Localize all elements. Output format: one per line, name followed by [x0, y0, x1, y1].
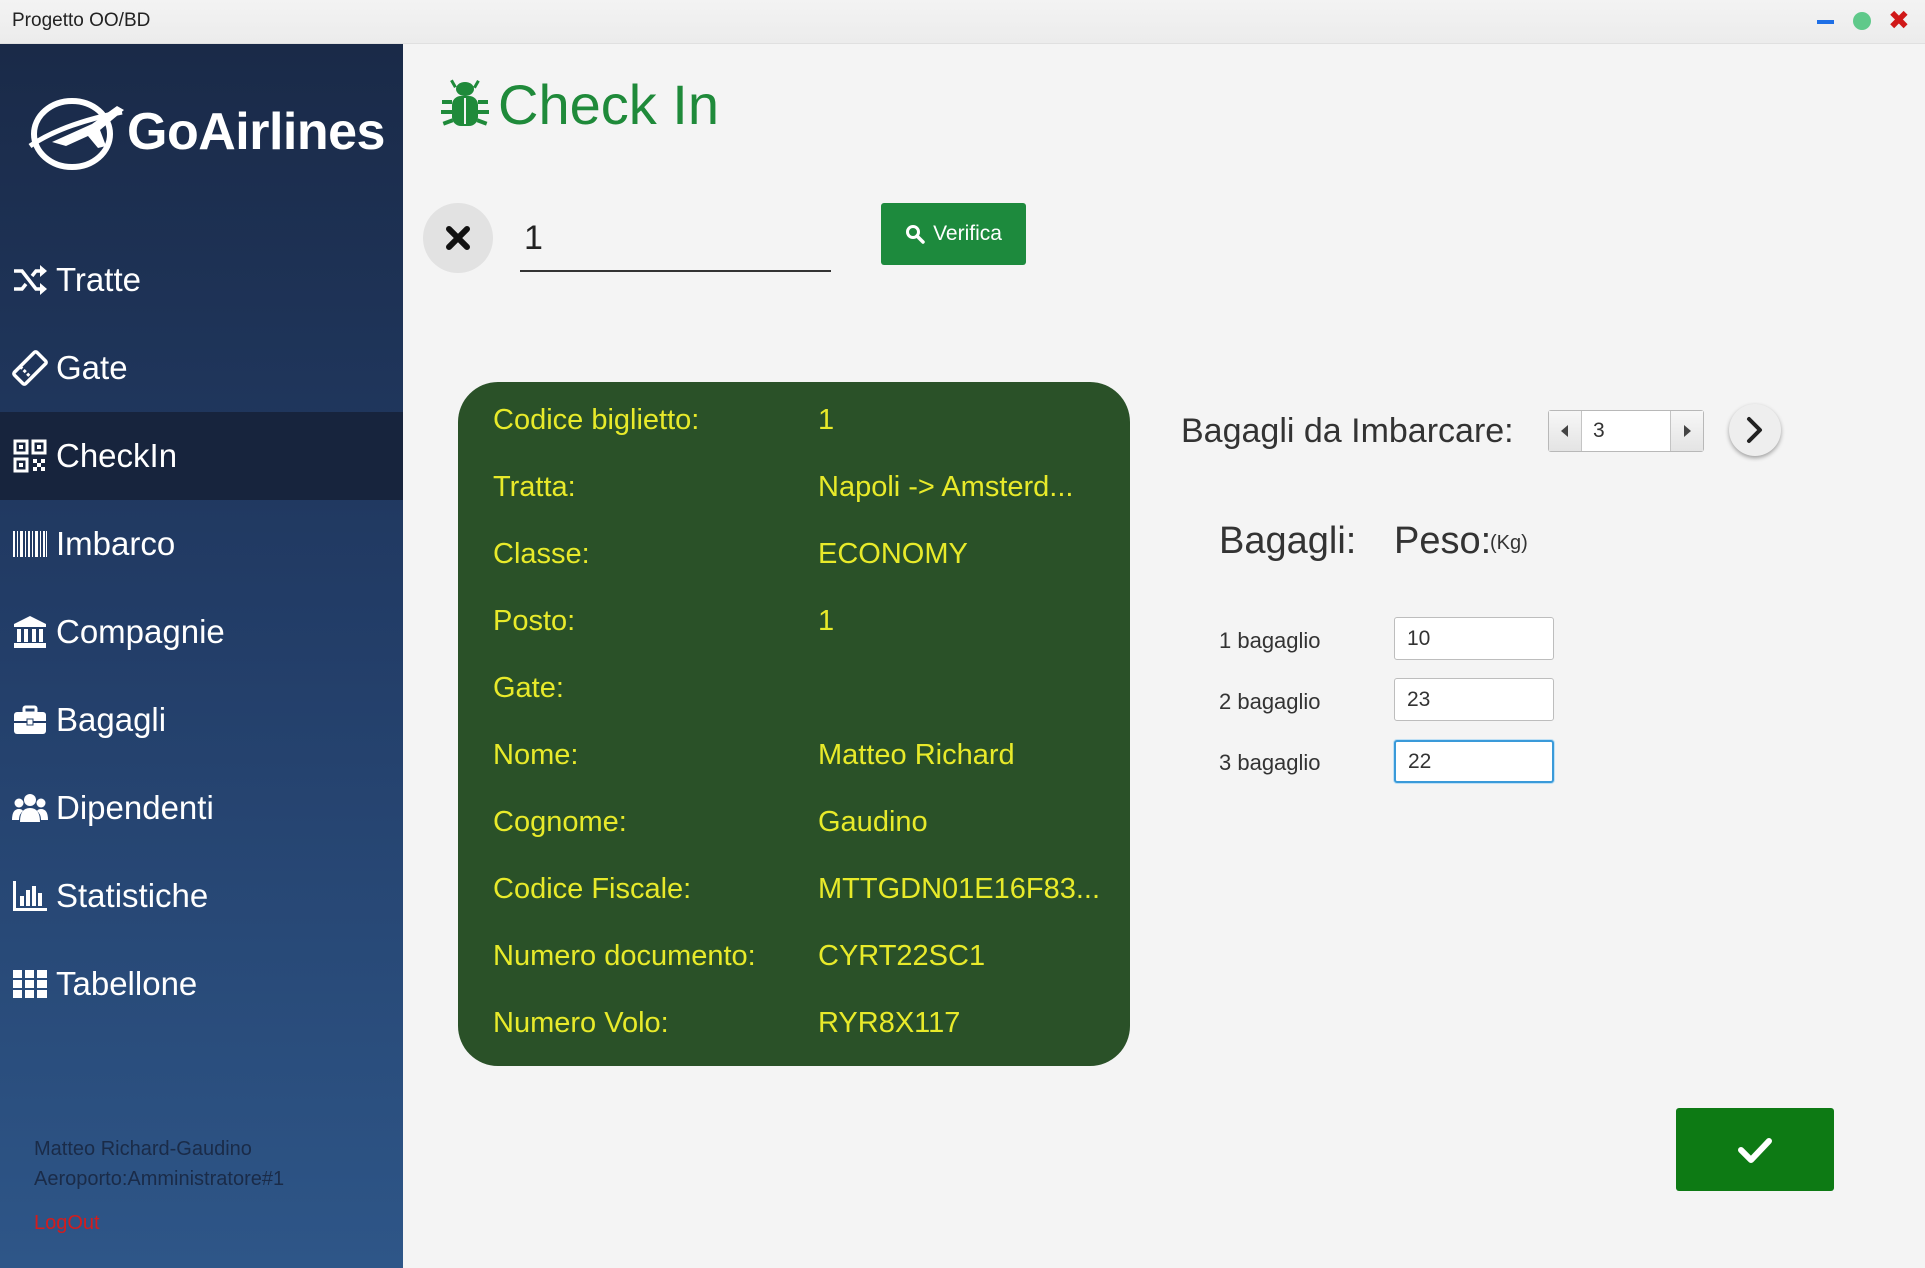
spinner-value[interactable]: 3 — [1593, 419, 1605, 443]
sidebar-item-label: Compagnie — [56, 613, 225, 650]
info-value: 1 — [818, 605, 835, 637]
bank-icon — [10, 612, 50, 652]
users-icon — [10, 788, 50, 828]
close-icon — [446, 226, 470, 250]
bar-chart-icon — [10, 876, 50, 916]
sidebar-item-label: Statistiche — [56, 877, 209, 914]
plane-globe-icon — [28, 98, 124, 170]
sidebar-item-label: Imbarco — [56, 525, 176, 562]
sidebar-item-tratte[interactable]: Tratte — [0, 236, 403, 324]
info-label: Gate: — [493, 672, 564, 704]
sidebar-item-gate[interactable]: Gate — [0, 324, 403, 412]
briefcase-icon — [10, 700, 50, 740]
user-role: Aeroporto:Amministratore#1 — [34, 1168, 285, 1190]
user-info: Matteo Richard-Gaudino Aeroporto:Amminis… — [34, 1134, 284, 1194]
info-row-flight-number: Numero Volo: RYR8X117 — [493, 1007, 1113, 1067]
ticket-icon — [10, 348, 50, 388]
info-row-seat: Posto: 1 — [493, 605, 1113, 665]
baggage-row-label: 1 bagaglio — [1219, 628, 1321, 653]
caret-left-icon — [1561, 425, 1568, 437]
sidebar-item-dipendenti[interactable]: Dipendenti — [0, 764, 403, 852]
info-row-last-name: Cognome: Gaudino — [493, 806, 1113, 866]
window-titlebar: Progetto OO/BD ✖ — [0, 0, 1925, 44]
info-value: ECONOMY — [818, 538, 968, 570]
info-value: RYR8X117 — [818, 1007, 961, 1039]
barcode-icon — [10, 524, 50, 564]
shuffle-icon — [10, 260, 50, 300]
info-value: 1 — [818, 404, 835, 436]
info-row-ticket-code: Codice biglietto: 1 — [493, 404, 1113, 464]
app-logo: GoAirlines — [22, 84, 385, 174]
minimize-icon[interactable] — [1817, 20, 1834, 24]
close-icon[interactable]: ✖ — [1888, 6, 1910, 34]
ticket-info-card: Codice biglietto: 1 Tratta: Napoli -> Am… — [458, 382, 1130, 1066]
baggage-weight-input[interactable] — [1394, 678, 1554, 721]
info-label: Codice Fiscale: — [493, 873, 692, 905]
weight-unit-label: (Kg) — [1490, 532, 1528, 554]
sidebar-item-tabellone[interactable]: Tabellone — [0, 940, 403, 1028]
info-value: Matteo Richard — [818, 739, 1015, 771]
info-label: Tratta: — [493, 471, 576, 503]
baggage-weight-input[interactable] — [1394, 740, 1554, 783]
info-row-first-name: Nome: Matteo Richard — [493, 739, 1113, 799]
baggage-row-label: 2 bagaglio — [1219, 689, 1321, 714]
sidebar-item-label: Bagagli — [56, 701, 167, 738]
window-title: Progetto OO/BD — [12, 10, 151, 31]
sidebar-item-label: Tratte — [56, 261, 141, 298]
sidebar-item-label: Gate — [56, 349, 128, 386]
info-label: Numero Volo: — [493, 1007, 669, 1039]
sidebar-item-imbarco[interactable]: Imbarco — [0, 500, 403, 588]
sidebar-item-statistiche[interactable]: Statistiche — [0, 852, 403, 940]
confirm-button[interactable] — [1676, 1108, 1834, 1191]
baggage-count-spinner[interactable]: 3 — [1548, 410, 1704, 452]
info-label: Codice biglietto: — [493, 404, 700, 436]
bug-icon — [441, 79, 489, 126]
info-value: Napoli -> Amsterd... — [818, 471, 1074, 503]
info-row-route: Tratta: Napoli -> Amsterd... — [493, 471, 1113, 531]
info-label: Posto: — [493, 605, 576, 637]
info-label: Classe: — [493, 538, 590, 570]
baggage-count-label: Bagagli da Imbarcare: — [1181, 412, 1514, 450]
sidebar: GoAirlines Tratte Gate CheckIn Imbarco C… — [0, 44, 403, 1268]
sidebar-item-checkin[interactable]: CheckIn — [0, 412, 403, 500]
weight-column-header: Peso: — [1394, 520, 1492, 562]
page-title: Check In — [440, 72, 719, 137]
baggage-row-label: 3 bagaglio — [1219, 750, 1321, 775]
info-row-tax-code: Codice Fiscale: MTTGDN01E16F83... — [493, 873, 1113, 933]
info-value: Gaudino — [818, 806, 928, 838]
next-button[interactable] — [1729, 404, 1781, 456]
baggage-weight-input[interactable] — [1394, 617, 1554, 660]
verify-button-label: Verifica — [933, 222, 1002, 245]
sidebar-item-label: Dipendenti — [56, 789, 214, 826]
sidebar-item-label: Tabellone — [56, 965, 198, 1002]
chevron-right-icon — [1747, 417, 1762, 443]
qrcode-icon — [10, 436, 50, 476]
info-value: MTTGDN01E16F83... — [818, 873, 1101, 905]
sidebar-item-compagnie[interactable]: Compagnie — [0, 588, 403, 676]
info-row-gate: Gate: — [493, 672, 1113, 732]
spinner-decrement[interactable] — [1549, 411, 1582, 451]
baggage-column-header: Bagagli: — [1219, 520, 1357, 562]
verify-button[interactable]: Verifica — [881, 203, 1026, 265]
app-logo-text: GoAirlines — [127, 103, 385, 161]
info-value: CYRT22SC1 — [818, 940, 986, 972]
caret-right-icon — [1684, 425, 1691, 437]
logout-link[interactable]: LogOut — [34, 1212, 100, 1235]
info-label: Numero documento: — [493, 940, 756, 972]
spinner-increment[interactable] — [1670, 411, 1703, 451]
sidebar-item-bagagli[interactable]: Bagagli — [0, 676, 403, 764]
info-label: Cognome: — [493, 806, 627, 838]
info-row-document-number: Numero documento: CYRT22SC1 — [493, 940, 1113, 1000]
user-name: Matteo Richard-Gaudino — [34, 1138, 252, 1160]
page-title-text: Check In — [498, 73, 719, 136]
sidebar-item-label: CheckIn — [56, 437, 178, 474]
info-row-class: Classe: ECONOMY — [493, 538, 1113, 598]
info-label: Nome: — [493, 739, 579, 771]
check-icon — [1738, 1137, 1772, 1163]
maximize-icon[interactable] — [1853, 12, 1871, 30]
ticket-code-input[interactable] — [520, 206, 831, 272]
grid-icon — [10, 964, 50, 1004]
search-icon — [906, 225, 925, 244]
clear-button[interactable] — [423, 203, 493, 273]
